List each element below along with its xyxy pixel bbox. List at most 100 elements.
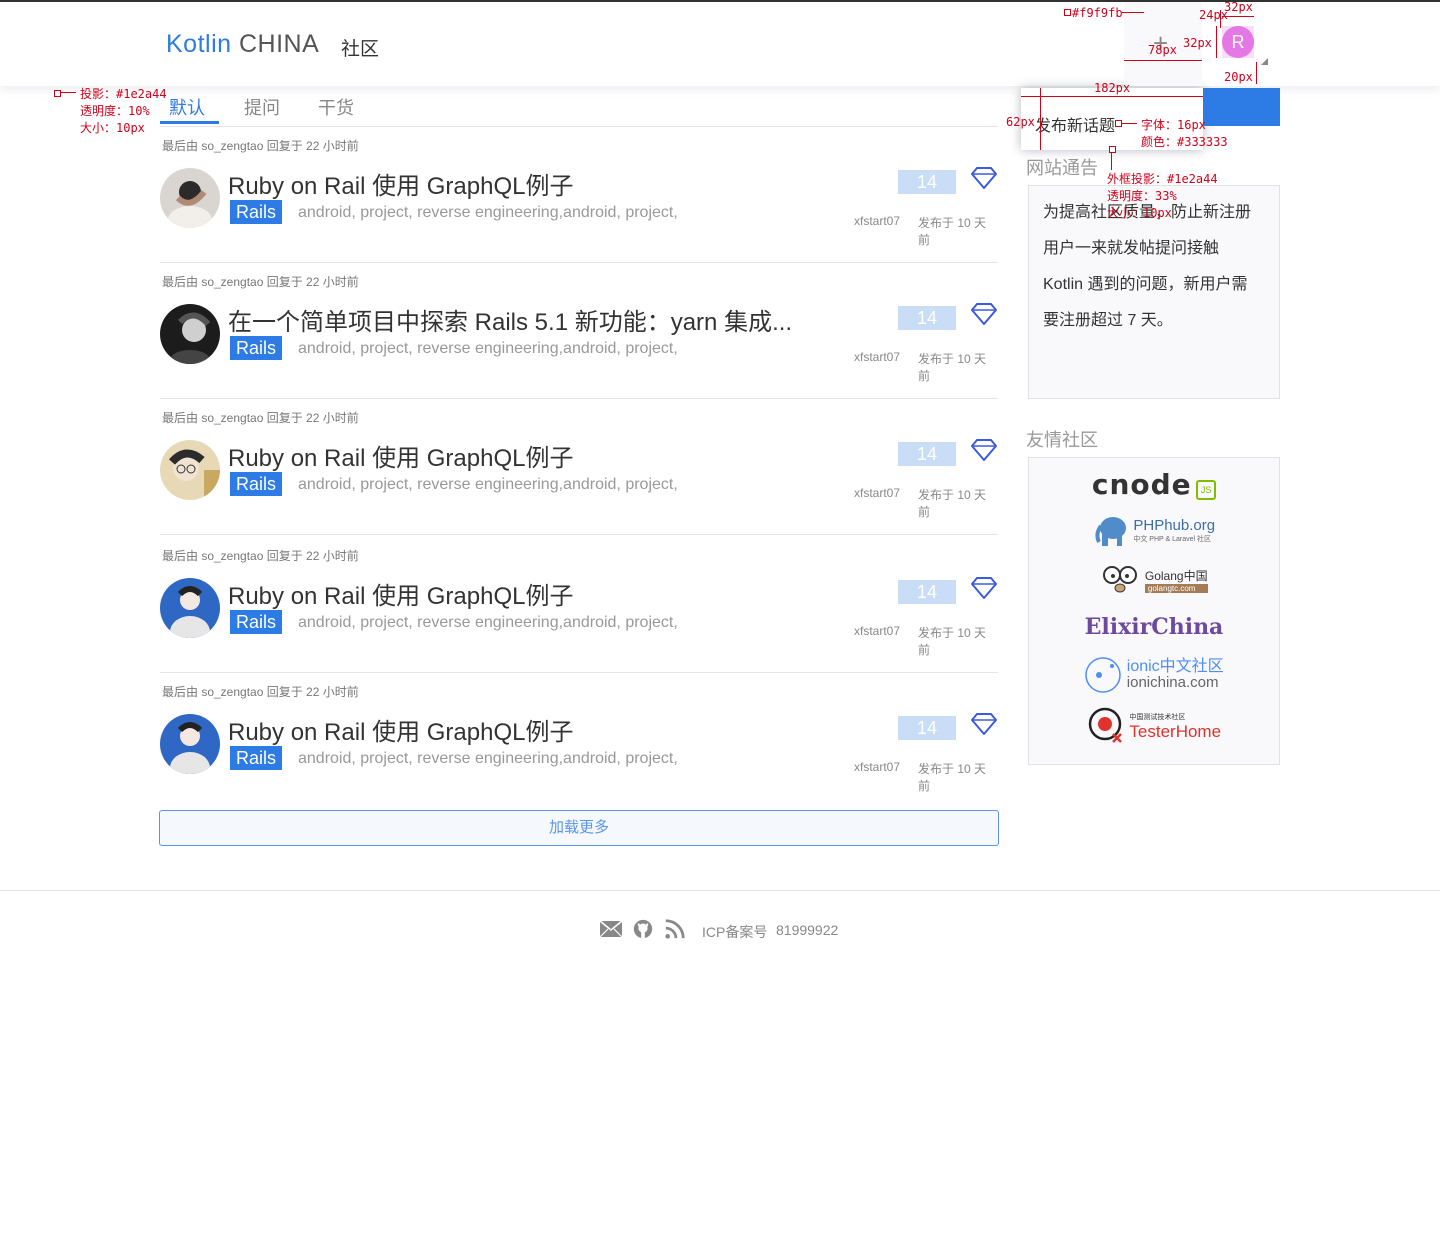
- annotation-color: 颜色：#333333: [1141, 135, 1228, 149]
- cnode-logo[interactable]: cnode JS: [1029, 468, 1279, 501]
- friends-title: 友情社区: [1026, 430, 1098, 450]
- site-logo[interactable]: Kotlin CHINA: [166, 30, 319, 59]
- site-footer: ICP备案号 81999922: [0, 914, 1440, 944]
- author-avatar[interactable]: [160, 578, 220, 638]
- mail-icon[interactable]: [599, 918, 623, 940]
- topic-author[interactable]: xfstart07: [854, 486, 900, 500]
- logo-china: CHINA: [239, 30, 320, 58]
- reply-count-badge: 14: [898, 306, 956, 330]
- topic-item[interactable]: 最后由 so_zengtao 回复于 22 小时前在一个简单项目中探索 Rail…: [160, 262, 998, 399]
- annotation-line: [1021, 96, 1203, 97]
- topic-item[interactable]: 最后由 so_zengtao 回复于 22 小时前 Ruby on Rail 使用…: [160, 672, 998, 808]
- topic-tags: android, project, reverse engineering,an…: [298, 204, 678, 221]
- diamond-icon[interactable]: [970, 438, 998, 462]
- annotation-shadow: 投影：#1e2a44: [80, 87, 167, 101]
- elephant-icon: [1095, 517, 1126, 546]
- topic-tags: android, project, reverse engineering,an…: [298, 614, 678, 631]
- annotation-line: [1256, 62, 1257, 84]
- annotation-line: [1122, 12, 1144, 13]
- ionic-china-logo[interactable]: ionic中文社区 ionichina.com: [1029, 656, 1279, 694]
- topic-title[interactable]: Ruby on Rail 使用 GraphQL例子: [228, 712, 573, 747]
- topic-last-reply: 最后由 so_zengtao 回复于 22 小时前: [162, 275, 359, 289]
- topic-tags: android, project, reverse engineering,an…: [298, 476, 678, 493]
- topic-published-time: 发布于 10 天前: [918, 216, 987, 247]
- annotation-line: [1121, 123, 1137, 124]
- topic-title[interactable]: Ruby on Rail 使用 GraphQL例子: [228, 438, 573, 473]
- topic-author[interactable]: xfstart07: [854, 760, 900, 774]
- topic-author[interactable]: xfstart07: [854, 624, 900, 638]
- ionic-icon: [1085, 657, 1122, 693]
- annotation-bg-color: #f9f9fb: [1072, 6, 1123, 20]
- user-avatar-button[interactable]: R: [1222, 26, 1254, 58]
- topic-published-time: 发布于 10 天前: [918, 762, 987, 793]
- nav-community[interactable]: 社区: [341, 34, 379, 61]
- rss-icon[interactable]: [663, 918, 687, 940]
- notice-line: Kotlin 遇到的问题，新用户需: [1043, 276, 1248, 293]
- topic-item[interactable]: 最后由 so_zengtao 回复于 22 小时前 Ruby on Rail 使用…: [160, 536, 998, 673]
- testerhome-logo[interactable]: 中国测试技术社区 TesterHome: [1029, 706, 1279, 744]
- icp-number: 81999922: [776, 922, 839, 938]
- gopher-icon: [1103, 566, 1138, 593]
- topic-title[interactable]: Ruby on Rail 使用 GraphQL例子: [228, 576, 573, 611]
- phphub-logo[interactable]: PHPhub.org 中文 PHP & Laravel 社区: [1029, 512, 1279, 548]
- diamond-icon[interactable]: [970, 302, 998, 326]
- annotation-line: [1040, 88, 1041, 150]
- topic-title[interactable]: 在一个简单项目中探索 Rails 5.1 新功能：yarn 集成...: [228, 302, 792, 337]
- tab-questions[interactable]: 提问: [244, 94, 280, 120]
- author-avatar[interactable]: [160, 714, 220, 774]
- annotation-dropdown-width: 182px: [1094, 81, 1131, 95]
- notice-line: 用户一来就发帖提问接触: [1043, 240, 1220, 257]
- annotation-avatar-height: 32px: [1183, 36, 1212, 50]
- author-avatar[interactable]: [160, 168, 220, 228]
- topic-published-time: 发布于 10 天前: [918, 352, 987, 383]
- annotation-line: [60, 92, 76, 93]
- logo-kotlin: Kotlin: [166, 30, 232, 58]
- reply-count-badge: 14: [898, 170, 956, 194]
- annotation-gap-24: 24px: [1199, 8, 1228, 22]
- annotation-size: 大小：10px: [1107, 206, 1172, 220]
- topic-tags: android, project, reverse engineering,an…: [298, 340, 678, 357]
- reply-count-badge: 14: [898, 716, 956, 740]
- topic-node-tag[interactable]: Rails: [230, 200, 283, 224]
- annotation-dropdown-height: 62px: [1006, 115, 1035, 129]
- footer-divider: [0, 890, 1440, 891]
- topic-item[interactable]: 最后由 so_zengtao 回复于 22 小时前 Ruby on Rail 使用…: [160, 126, 998, 263]
- annotation-avatar-width: 32px: [1224, 0, 1253, 14]
- author-avatar[interactable]: [160, 304, 220, 364]
- topic-node-tag[interactable]: Rails: [230, 746, 283, 770]
- topic-author[interactable]: xfstart07: [854, 214, 900, 228]
- tab-articles[interactable]: 干货: [318, 94, 354, 120]
- topic-item[interactable]: 最后由 so_zengtao 回复于 22 小时前 Ruby on Rail 使用…: [160, 398, 998, 535]
- annotation-opacity: 透明度：33%: [1107, 189, 1177, 203]
- diamond-icon[interactable]: [970, 712, 998, 736]
- active-tab-indicator: [160, 121, 219, 124]
- topic-last-reply: 最后由 so_zengtao 回复于 22 小时前: [162, 139, 359, 153]
- topic-node-tag[interactable]: Rails: [230, 610, 283, 634]
- topic-node-tag[interactable]: Rails: [230, 336, 283, 360]
- annotation-outer-shadow: 外框投影：#1e2a44: [1107, 172, 1218, 186]
- annotation-gap-20: 20px: [1224, 70, 1253, 84]
- friends-panel: cnode JS PHPhub.org 中文 PHP & Laravel 社区 …: [1028, 457, 1280, 765]
- diamond-icon[interactable]: [970, 166, 998, 190]
- annotation-line: [1111, 152, 1112, 170]
- annotation-line: [1220, 10, 1221, 28]
- new-topic-menu-item[interactable]: 发布新话题: [1035, 112, 1115, 136]
- elixir-china-logo[interactable]: ElixirChina: [1029, 614, 1279, 640]
- github-icon[interactable]: [631, 918, 655, 940]
- tab-default[interactable]: 默认: [169, 94, 205, 120]
- dropdown-caret-icon: [1261, 58, 1268, 65]
- author-avatar[interactable]: [160, 440, 220, 500]
- avatar: R: [1222, 26, 1254, 58]
- topic-title[interactable]: Ruby on Rail 使用 GraphQL例子: [228, 166, 573, 201]
- topic-tags: android, project, reverse engineering,an…: [298, 750, 678, 767]
- diamond-icon[interactable]: [970, 576, 998, 600]
- topic-node-tag[interactable]: Rails: [230, 472, 283, 496]
- annotation-button-width: 78px: [1148, 43, 1177, 57]
- reply-count-badge: 14: [898, 442, 956, 466]
- topic-tabs: 默认 提问 干货: [160, 86, 998, 127]
- topic-author[interactable]: xfstart07: [854, 350, 900, 364]
- annotation-opacity: 透明度：10%: [80, 104, 150, 118]
- topic-last-reply: 最后由 so_zengtao 回复于 22 小时前: [162, 411, 359, 425]
- load-more-button[interactable]: 加载更多: [159, 810, 999, 846]
- golang-china-logo[interactable]: Golang中国 golangtc.com: [1029, 564, 1279, 596]
